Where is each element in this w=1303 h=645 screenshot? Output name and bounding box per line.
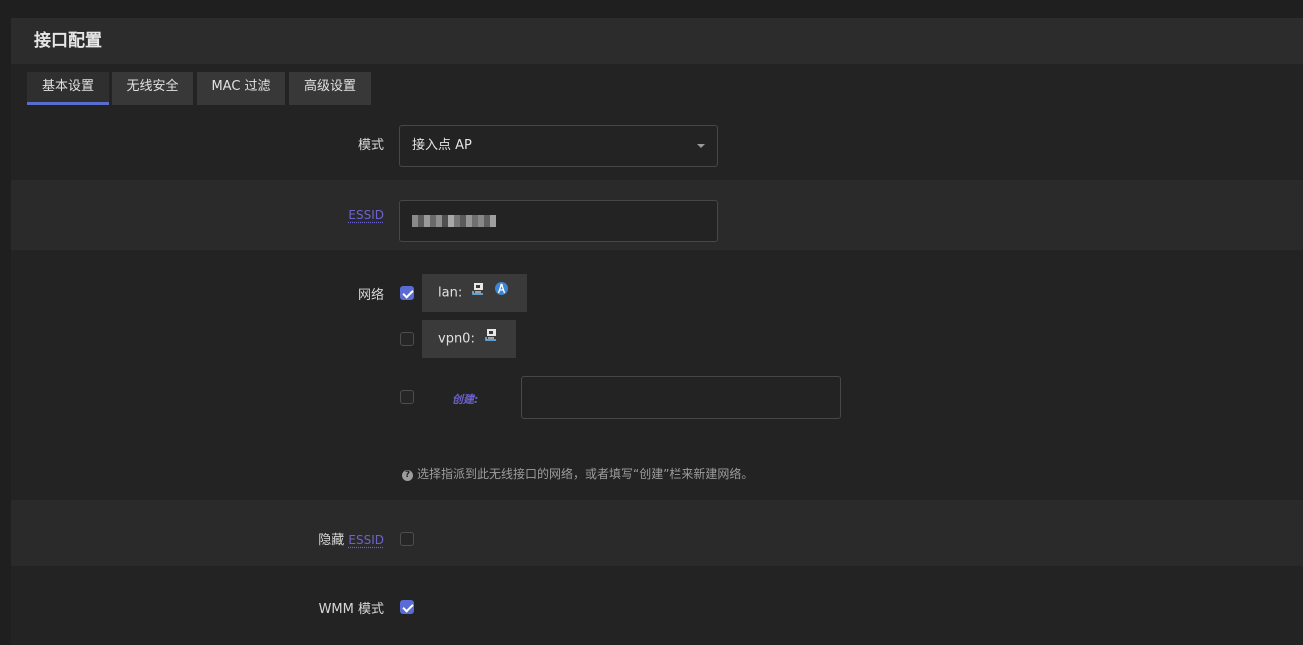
- tab-basic-settings[interactable]: 基本设置: [27, 72, 109, 105]
- network-lan-label: lan:: [438, 285, 463, 301]
- interface-config-panel: 接口配置 基本设置 无线安全 MAC 过滤 高级设置 模式 接入点 AP ESS…: [11, 18, 1303, 645]
- ethernet-port-icon: [484, 320, 498, 358]
- network-label: 网络: [357, 288, 384, 303]
- create-network-label: 创建:: [452, 393, 479, 406]
- question-circle-icon: ?: [402, 470, 413, 481]
- hidden-essid-row: [11, 500, 1303, 566]
- network-option-lan[interactable]: lan:: [422, 274, 527, 312]
- essid-abbr: ESSID: [348, 208, 384, 222]
- essid-abbr: ESSID: [348, 533, 384, 547]
- tab-mac-filter[interactable]: MAC 过滤: [197, 72, 285, 105]
- tab-wireless-security[interactable]: 无线安全: [112, 72, 193, 105]
- hidden-essid-label: 隐藏 ESSID: [318, 533, 384, 548]
- network-option-vpn0[interactable]: vpn0:: [422, 320, 516, 358]
- wireless-antenna-icon: [494, 274, 509, 312]
- chevron-down-icon: [697, 144, 705, 148]
- network-lan-checkbox[interactable]: [400, 286, 414, 300]
- ethernet-port-icon: [471, 274, 485, 312]
- essid-input[interactable]: [399, 200, 718, 242]
- wmm-mode-checkbox[interactable]: [400, 600, 414, 614]
- mode-select-value: 接入点 AP: [412, 138, 472, 153]
- hidden-essid-checkbox[interactable]: [400, 532, 414, 546]
- network-help-text: ? 选择指派到此无线接口的网络，或者填写“创建”栏来新建网络。: [402, 465, 753, 482]
- essid-redacted-value: [412, 214, 496, 227]
- mode-label: 模式: [357, 138, 384, 153]
- mode-select[interactable]: 接入点 AP: [399, 125, 718, 167]
- network-vpn0-checkbox[interactable]: [400, 332, 414, 346]
- tab-advanced-settings[interactable]: 高级设置: [289, 72, 371, 105]
- wmm-mode-label: WMM 模式: [318, 602, 384, 617]
- essid-label: ESSID: [348, 208, 384, 222]
- create-network-input[interactable]: [521, 376, 841, 419]
- network-vpn0-label: vpn0:: [438, 331, 475, 347]
- network-create-checkbox[interactable]: [400, 390, 414, 404]
- panel-title: 接口配置: [11, 18, 1303, 64]
